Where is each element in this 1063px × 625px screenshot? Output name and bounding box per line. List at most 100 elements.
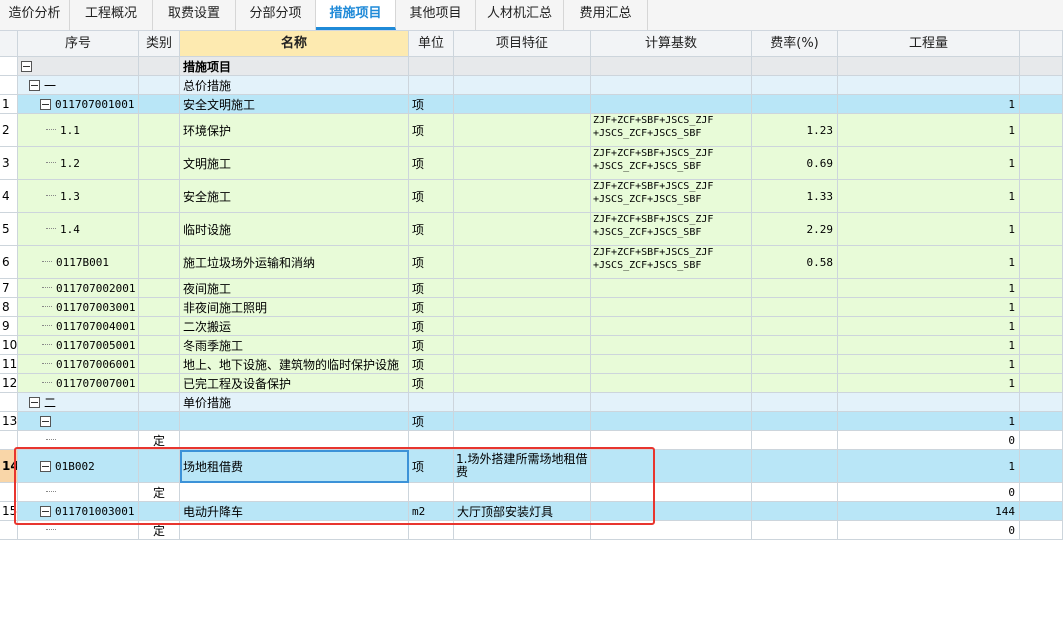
name-cell[interactable]: 二次搬运 bbox=[180, 317, 409, 336]
unit-cell[interactable]: 项 bbox=[409, 374, 454, 393]
seq-cell[interactable]: 1.2 bbox=[18, 147, 139, 180]
col-header-seq[interactable]: 序号 bbox=[18, 31, 139, 57]
qty-cell[interactable]: 1 bbox=[838, 114, 1020, 147]
unit-cell[interactable]: 项 bbox=[409, 279, 454, 298]
feature-cell[interactable] bbox=[454, 57, 591, 76]
name-cell[interactable]: 安全施工 bbox=[180, 180, 409, 213]
qty-cell[interactable]: 1 bbox=[838, 279, 1020, 298]
base-cell[interactable] bbox=[591, 76, 752, 95]
rate-cell[interactable] bbox=[752, 95, 838, 114]
collapse-toggle-icon[interactable] bbox=[40, 415, 51, 427]
table-row[interactable]: 6 0117B001 施工垃圾场外运输和消纳 项 ZJF+ZCF+SBF+JSC… bbox=[0, 246, 1063, 279]
type-cell[interactable] bbox=[139, 114, 180, 147]
seq-cell[interactable]: 011707004001 bbox=[18, 317, 139, 336]
unit-cell[interactable] bbox=[409, 76, 454, 95]
tab-measure-items[interactable]: 措施项目 bbox=[316, 0, 396, 30]
tab-project-overview[interactable]: 工程概况 bbox=[70, 0, 153, 30]
name-cell[interactable]: 已完工程及设备保护 bbox=[180, 374, 409, 393]
unit-cell[interactable] bbox=[409, 393, 454, 412]
rate-cell[interactable] bbox=[752, 76, 838, 95]
seq-cell[interactable]: 011707006001 bbox=[18, 355, 139, 374]
feature-cell[interactable] bbox=[454, 355, 591, 374]
base-cell[interactable] bbox=[591, 279, 752, 298]
qty-cell[interactable] bbox=[838, 76, 1020, 95]
type-cell[interactable] bbox=[139, 374, 180, 393]
base-cell[interactable] bbox=[591, 374, 752, 393]
type-cell[interactable] bbox=[139, 298, 180, 317]
unit-cell[interactable]: 项 bbox=[409, 114, 454, 147]
rate-cell[interactable] bbox=[752, 298, 838, 317]
qty-cell[interactable]: 1 bbox=[838, 355, 1020, 374]
unit-cell[interactable] bbox=[409, 57, 454, 76]
tab-cost-analysis[interactable]: 造价分析 bbox=[0, 0, 70, 30]
qty-cell[interactable]: 144 bbox=[838, 502, 1020, 521]
rate-cell[interactable] bbox=[752, 483, 838, 502]
rate-cell[interactable] bbox=[752, 279, 838, 298]
qty-cell[interactable]: 1 bbox=[838, 147, 1020, 180]
tab-other-items[interactable]: 其他项目 bbox=[396, 0, 476, 30]
qty-cell[interactable]: 0 bbox=[838, 431, 1020, 450]
rate-cell[interactable] bbox=[752, 355, 838, 374]
tab-labor-material-summary[interactable]: 人材机汇总 bbox=[476, 0, 564, 30]
name-cell[interactable]: 安全文明施工 bbox=[180, 95, 409, 114]
table-row[interactable]: 10 011707005001 冬雨季施工 项 1 bbox=[0, 336, 1063, 355]
col-header-feature[interactable]: 项目特征 bbox=[454, 31, 591, 57]
unit-cell[interactable]: 项 bbox=[409, 412, 454, 431]
base-cell[interactable]: ZJF+ZCF+SBF+JSCS_ZJF +JSCS_ZCF+JSCS_SBF bbox=[591, 114, 752, 147]
type-cell[interactable] bbox=[139, 412, 180, 431]
qty-cell[interactable]: 1 bbox=[838, 374, 1020, 393]
unit-cell[interactable]: 项 bbox=[409, 147, 454, 180]
qty-cell[interactable] bbox=[838, 57, 1020, 76]
col-header-unit[interactable]: 单位 bbox=[409, 31, 454, 57]
rate-cell[interactable] bbox=[752, 393, 838, 412]
type-cell[interactable] bbox=[139, 57, 180, 76]
qty-cell[interactable]: 1 bbox=[838, 213, 1020, 246]
qty-cell[interactable]: 1 bbox=[838, 246, 1020, 279]
base-cell[interactable]: ZJF+ZCF+SBF+JSCS_ZJF +JSCS_ZCF+JSCS_SBF bbox=[591, 246, 752, 279]
col-header-name[interactable]: 名称 bbox=[180, 31, 409, 57]
rate-cell[interactable] bbox=[752, 450, 838, 483]
type-cell[interactable] bbox=[139, 76, 180, 95]
seq-cell[interactable]: 一 bbox=[18, 76, 139, 95]
unit-cell[interactable]: 项 bbox=[409, 213, 454, 246]
rate-cell[interactable] bbox=[752, 374, 838, 393]
table-row[interactable]: 11 011707006001 地上、地下设施、建筑物的临时保护设施 项 1 bbox=[0, 355, 1063, 374]
collapse-toggle-icon[interactable] bbox=[40, 98, 51, 110]
table-row[interactable]: 二 单价措施 bbox=[0, 393, 1063, 412]
feature-cell[interactable] bbox=[454, 374, 591, 393]
table-row[interactable]: 7 011707002001 夜间施工 项 1 bbox=[0, 279, 1063, 298]
seq-cell[interactable]: 1.1 bbox=[18, 114, 139, 147]
seq-cell[interactable]: 011707007001 bbox=[18, 374, 139, 393]
tab-fee-summary[interactable]: 费用汇总 bbox=[564, 0, 648, 30]
unit-cell[interactable]: 项 bbox=[409, 246, 454, 279]
type-cell[interactable] bbox=[139, 147, 180, 180]
seq-cell[interactable]: 011707003001 bbox=[18, 298, 139, 317]
type-cell[interactable] bbox=[139, 317, 180, 336]
type-cell[interactable] bbox=[139, 95, 180, 114]
name-cell[interactable]: 总价措施 bbox=[180, 76, 409, 95]
type-cell[interactable] bbox=[139, 279, 180, 298]
rate-cell[interactable] bbox=[752, 336, 838, 355]
table-row[interactable]: 2 1.1 环境保护 项 ZJF+ZCF+SBF+JSCS_ZJF +JSCS_… bbox=[0, 114, 1063, 147]
unit-cell[interactable]: 项 bbox=[409, 180, 454, 213]
rate-cell[interactable] bbox=[752, 317, 838, 336]
base-cell[interactable]: ZJF+ZCF+SBF+JSCS_ZJF +JSCS_ZCF+JSCS_SBF bbox=[591, 147, 752, 180]
name-cell[interactable]: 文明施工 bbox=[180, 147, 409, 180]
collapse-toggle-icon[interactable] bbox=[29, 396, 40, 408]
feature-cell[interactable] bbox=[454, 279, 591, 298]
feature-cell[interactable] bbox=[454, 246, 591, 279]
name-cell[interactable]: 环境保护 bbox=[180, 114, 409, 147]
rate-cell[interactable] bbox=[752, 57, 838, 76]
qty-cell[interactable]: 0 bbox=[838, 483, 1020, 502]
base-cell[interactable]: ZJF+ZCF+SBF+JSCS_ZJF +JSCS_ZCF+JSCS_SBF bbox=[591, 213, 752, 246]
base-cell[interactable]: ZJF+ZCF+SBF+JSCS_ZJF +JSCS_ZCF+JSCS_SBF bbox=[591, 180, 752, 213]
base-cell[interactable] bbox=[591, 298, 752, 317]
type-cell[interactable] bbox=[139, 180, 180, 213]
table-row[interactable]: 8 011707003001 非夜间施工照明 项 1 bbox=[0, 298, 1063, 317]
type-cell[interactable] bbox=[139, 213, 180, 246]
base-cell[interactable] bbox=[591, 412, 752, 431]
feature-cell[interactable] bbox=[454, 393, 591, 412]
unit-cell[interactable]: 项 bbox=[409, 336, 454, 355]
seq-cell[interactable]: 011707002001 bbox=[18, 279, 139, 298]
seq-cell[interactable]: 011707001001 bbox=[18, 95, 139, 114]
